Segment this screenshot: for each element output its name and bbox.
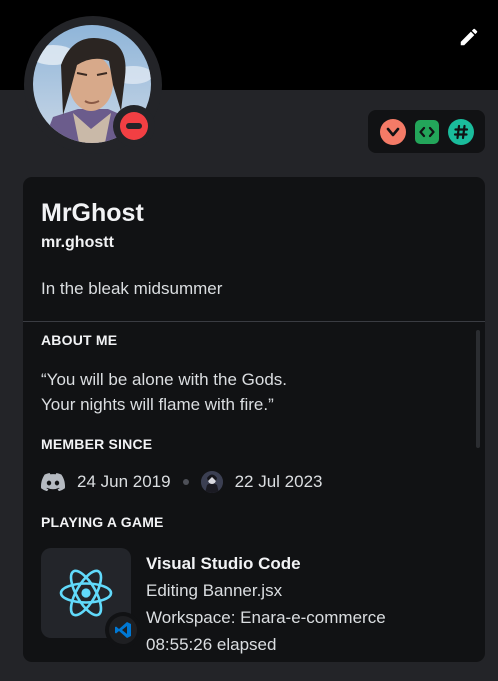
vscode-icon[interactable] <box>105 612 141 648</box>
custom-status: In the bleak midsummer <box>41 279 223 298</box>
do-not-disturb-status-icon[interactable] <box>120 112 148 140</box>
profile-card: MrGhost mr.ghostt In the bleak midsummer… <box>23 177 485 662</box>
separator-dot <box>182 479 189 485</box>
playing-a-game-heading: PLAYING A GAME <box>41 514 164 530</box>
server-icon[interactable] <box>200 471 223 493</box>
member-since-row: 24 Jun 2019 22 Jul 2023 <box>41 469 323 495</box>
about-me-line: Your nights will flame with fire.” <box>41 395 274 414</box>
about-me-line: “You will be alone with the Gods. <box>41 370 288 389</box>
discord-join-date: 24 Jun 2019 <box>77 472 171 491</box>
member-since-heading: MEMBER SINCE <box>41 436 153 452</box>
badge-list <box>368 110 485 153</box>
scrollbar-thumb[interactable] <box>476 330 480 448</box>
about-me-text: “You will be alone with the Gods. Your n… <box>41 367 287 417</box>
activity-state: Workspace: Enara-e-commerce <box>146 608 386 627</box>
activity-details-line: Editing Banner.jsx <box>146 581 283 600</box>
activity-details: Visual Studio Code Editing Banner.jsx Wo… <box>146 550 386 658</box>
activity-name: Visual Studio Code <box>146 554 301 573</box>
profile-scroll-area[interactable]: ABOUT ME “You will be alone with the God… <box>23 322 485 662</box>
server-join-date: 22 Jul 2023 <box>234 472 323 491</box>
username[interactable]: mr.ghostt <box>41 234 114 252</box>
activity-elapsed: 08:55:26 elapsed <box>146 635 277 654</box>
hashtag-icon[interactable] <box>447 118 474 145</box>
about-me-heading: ABOUT ME <box>41 332 118 348</box>
pencil-icon <box>460 28 478 46</box>
active-developer-icon[interactable] <box>414 119 439 144</box>
edit-profile-button[interactable] <box>454 22 484 52</box>
hypesquad-bravery-icon[interactable] <box>379 118 406 145</box>
display-name: MrGhost <box>41 199 144 227</box>
discord-logo-icon <box>41 473 65 491</box>
activity-card: Visual Studio Code Editing Banner.jsx Wo… <box>41 548 471 658</box>
